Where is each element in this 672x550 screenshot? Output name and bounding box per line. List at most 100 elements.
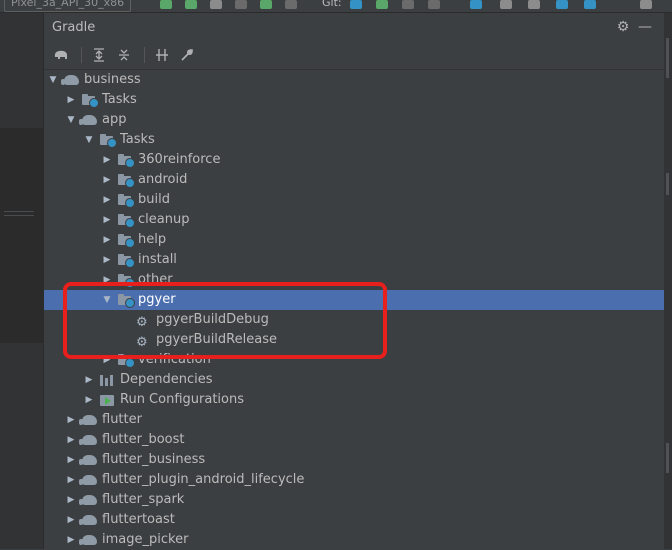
profile-icon[interactable]: [210, 0, 222, 9]
sdk-manager-icon[interactable]: [500, 0, 512, 9]
tree-node[interactable]: ▼ pgyer: [44, 290, 664, 310]
task-folder-icon: [100, 133, 117, 148]
toggle-offline-icon[interactable]: [151, 44, 173, 66]
chevron-right-icon[interactable]: ▶: [102, 170, 112, 190]
right-tool-stripe: [663, 13, 672, 549]
tree-node[interactable]: ▶ help: [44, 230, 664, 250]
chevron-down-icon[interactable]: ▼: [66, 110, 76, 130]
run-icon[interactable]: [160, 0, 172, 9]
attach-debugger-icon[interactable]: [235, 0, 247, 9]
chevron-right-icon[interactable]: ▶: [66, 430, 76, 450]
git-rollback-icon[interactable]: [428, 0, 440, 9]
chevron-right-icon[interactable]: ▶: [66, 450, 76, 470]
chevron-down-icon[interactable]: ▼: [102, 290, 112, 310]
translate-icon[interactable]: [470, 0, 482, 9]
gradle-elephant-icon: [79, 413, 98, 427]
tree-node[interactable]: ▶ fluttertoast: [44, 510, 664, 530]
chevron-right-icon[interactable]: ▶: [66, 470, 76, 490]
stripe-marker: [666, 443, 669, 473]
chevron-right-icon[interactable]: ▶: [102, 250, 112, 270]
chevron-right-icon[interactable]: ▶: [102, 270, 112, 290]
tree-node-label: cleanup: [138, 212, 190, 227]
tree-node[interactable]: ▶ cleanup: [44, 210, 664, 230]
device-selector[interactable]: Pixel_3a_API_30_x86: [4, 0, 132, 12]
sync-icon[interactable]: [556, 0, 568, 9]
tree-node[interactable]: ▶ verification: [44, 350, 664, 370]
tree-node[interactable]: ⚙ pgyerBuildRelease: [44, 330, 664, 350]
chevron-right-icon[interactable]: ▶: [66, 510, 76, 530]
tree-node[interactable]: ⚙ pgyerBuildDebug: [44, 310, 664, 330]
avd-manager-icon[interactable]: [528, 0, 540, 9]
gear-icon: ⚙: [136, 315, 148, 330]
tree-node[interactable]: ▶ android: [44, 170, 664, 190]
tree-node-label: Dependencies: [120, 372, 213, 387]
tree-node-label: install: [138, 252, 177, 267]
search-everywhere-icon[interactable]: [640, 0, 652, 9]
structure-icon[interactable]: [584, 0, 596, 9]
chevron-right-icon[interactable]: ▶: [102, 210, 112, 230]
git-history-icon[interactable]: [402, 0, 414, 9]
chevron-right-icon[interactable]: ▶: [66, 530, 76, 550]
debug-icon[interactable]: [185, 0, 197, 9]
chevron-right-icon[interactable]: ▶: [66, 410, 76, 430]
tree-node-label: image_picker: [102, 532, 189, 547]
tree-node-label: flutter: [102, 412, 142, 427]
tree-node[interactable]: ▶ flutter_business: [44, 450, 664, 470]
stripe-marker: [666, 173, 669, 195]
gradle-elephant-icon: [79, 433, 98, 447]
git-label: Git:: [322, 0, 342, 9]
tree-node[interactable]: ▶ other: [44, 270, 664, 290]
gradle-elephant-icon: [79, 493, 98, 507]
chevron-right-icon[interactable]: ▶: [84, 370, 94, 390]
tree-node[interactable]: ▼ Tasks: [44, 130, 664, 150]
task-folder-icon: [118, 173, 135, 188]
settings-wrench-icon[interactable]: [176, 44, 198, 66]
chevron-right-icon[interactable]: ▶: [102, 150, 112, 170]
tree-node-label: flutter_boost: [102, 432, 185, 447]
tree-node[interactable]: ▶ flutter: [44, 410, 664, 430]
tree-node[interactable]: ▼ app: [44, 110, 664, 130]
chevron-down-icon[interactable]: ▼: [84, 130, 94, 150]
expand-all-icon[interactable]: [88, 44, 110, 66]
chevron-right-icon[interactable]: ▶: [102, 190, 112, 210]
chevron-right-icon[interactable]: ▶: [102, 350, 112, 370]
gear-icon[interactable]: ⚙: [612, 16, 634, 38]
tree-node-label: Tasks: [102, 92, 137, 107]
git-commit-icon[interactable]: [376, 0, 388, 9]
task-folder-icon: [118, 213, 135, 228]
gradle-elephant-icon: [79, 533, 98, 547]
chevron-down-icon[interactable]: ▼: [48, 70, 58, 90]
elephant-icon[interactable]: [50, 44, 72, 66]
tree-node[interactable]: ▶ flutter_boost: [44, 430, 664, 450]
tree-node-label: Run Configurations: [120, 392, 244, 407]
stop-icon[interactable]: [285, 0, 297, 9]
chevron-right-icon[interactable]: ▶: [102, 230, 112, 250]
tree-node[interactable]: ▶ flutter_spark: [44, 490, 664, 510]
tree-node[interactable]: ▶ install: [44, 250, 664, 270]
tree-node-label: pgyerBuildRelease: [156, 332, 277, 347]
hide-panel-icon[interactable]: —: [634, 16, 656, 38]
chevron-right-icon[interactable]: ▶: [66, 490, 76, 510]
apply-changes-icon[interactable]: [260, 0, 272, 9]
tree-node[interactable]: ▶ image_picker: [44, 530, 664, 550]
tree-node[interactable]: ▶ build: [44, 190, 664, 210]
ide-toolbar: Pixel_3a_API_30_x86 Git:: [0, 0, 672, 13]
tree-node[interactable]: ▼ business: [44, 70, 664, 90]
tree-node-label: flutter_business: [102, 452, 206, 467]
task-folder-icon: [118, 153, 135, 168]
gradle-elephant-icon: [79, 113, 98, 127]
chevron-right-icon[interactable]: ▶: [66, 90, 76, 110]
gradle-panel: Gradle ⚙ — ▼ business ▶ Tasks ▼ app ▼ Tasks ▶ 360…: [44, 13, 664, 549]
tree-node-label: app: [102, 112, 127, 127]
git-update-icon[interactable]: [350, 0, 362, 9]
gradle-elephant-icon: [79, 453, 98, 467]
tree-node[interactable]: ▶ flutter_plugin_android_lifecycle: [44, 470, 664, 490]
tree-node[interactable]: ▶ 360reinforce: [44, 150, 664, 170]
tree-node-label: Tasks: [120, 132, 155, 147]
tree-node[interactable]: ▶ Run Configurations: [44, 390, 664, 410]
tree-node[interactable]: ▶ Tasks: [44, 90, 664, 110]
collapse-all-icon[interactable]: [113, 44, 135, 66]
chevron-right-icon[interactable]: ▶: [84, 390, 94, 410]
gradle-elephant-icon: [61, 73, 80, 87]
tree-node[interactable]: ▶ Dependencies: [44, 370, 664, 390]
